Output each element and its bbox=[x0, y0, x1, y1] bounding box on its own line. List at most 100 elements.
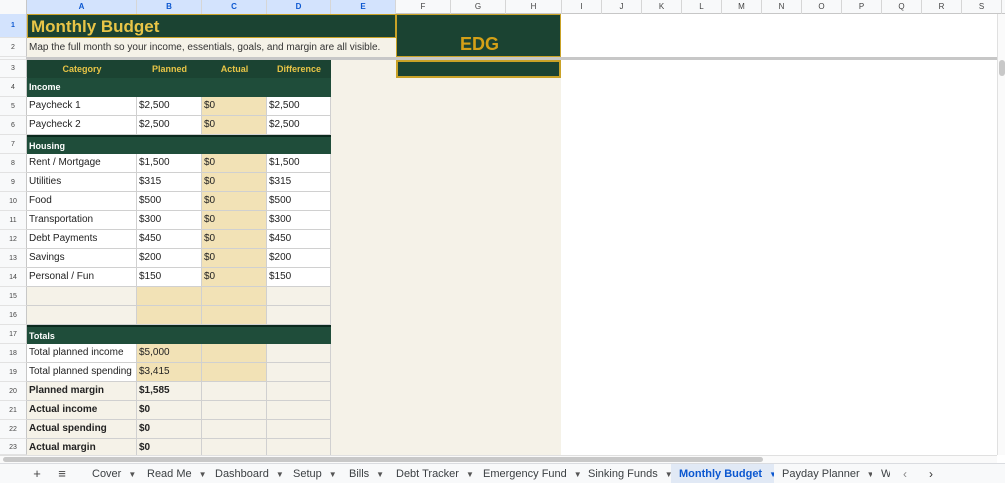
difference-cell[interactable]: $150 bbox=[267, 268, 331, 287]
planned-cell[interactable]: $300 bbox=[137, 211, 202, 230]
totals-label[interactable]: Actual margin bbox=[27, 439, 137, 455]
totals-value[interactable]: $0 bbox=[137, 401, 202, 420]
row-header-7[interactable]: 7 bbox=[0, 135, 27, 154]
logo-cell[interactable]: EDG bbox=[396, 14, 561, 57]
planned-cell[interactable]: $315 bbox=[137, 173, 202, 192]
tab-debt-tracker[interactable]: Debt Tracker ▼ bbox=[388, 464, 476, 483]
totals-value[interactable]: $0 bbox=[137, 420, 202, 439]
planned-cell[interactable] bbox=[137, 306, 202, 325]
totals-empty[interactable] bbox=[202, 401, 267, 420]
column-header-h[interactable]: H bbox=[506, 0, 562, 14]
sheet-grid[interactable]: Monthly Budget Map the full month so you… bbox=[27, 14, 997, 455]
logo-subcell[interactable] bbox=[396, 60, 561, 78]
actual-cell[interactable] bbox=[202, 287, 267, 306]
row-header-23[interactable]: 23 bbox=[0, 439, 27, 455]
tab-setup[interactable]: Setup ▼ bbox=[285, 464, 341, 483]
totals-empty[interactable] bbox=[267, 344, 331, 363]
header-actual[interactable]: Actual bbox=[202, 60, 267, 78]
tab-emergency-fund[interactable]: Emergency Fund ▼ bbox=[475, 464, 580, 483]
actual-cell[interactable]: $0 bbox=[202, 97, 267, 116]
column-header-c[interactable]: C bbox=[202, 0, 267, 14]
planned-cell[interactable]: $450 bbox=[137, 230, 202, 249]
section-income[interactable]: Income bbox=[27, 78, 331, 97]
horizontal-scrollbar-thumb[interactable] bbox=[3, 457, 763, 462]
row-header-11[interactable]: 11 bbox=[0, 211, 27, 230]
select-all-corner[interactable] bbox=[0, 0, 27, 14]
planned-cell[interactable]: $2,500 bbox=[137, 116, 202, 135]
section-housing[interactable]: Housing bbox=[27, 135, 331, 154]
row-header-6[interactable]: 6 bbox=[0, 116, 27, 135]
row-header-1[interactable]: 1 bbox=[0, 14, 27, 38]
column-header-q[interactable]: Q bbox=[882, 0, 922, 14]
totals-empty[interactable] bbox=[202, 363, 267, 382]
row-header-15[interactable]: 15 bbox=[0, 287, 27, 306]
totals-empty[interactable] bbox=[267, 382, 331, 401]
actual-cell[interactable]: $0 bbox=[202, 211, 267, 230]
header-category[interactable]: Category bbox=[27, 60, 137, 78]
difference-cell[interactable] bbox=[267, 287, 331, 306]
column-header-g[interactable]: G bbox=[451, 0, 506, 14]
vertical-scrollbar[interactable] bbox=[997, 14, 1005, 455]
column-header-n[interactable]: N bbox=[762, 0, 802, 14]
column-header-l[interactable]: L bbox=[682, 0, 722, 14]
planned-cell[interactable] bbox=[137, 287, 202, 306]
totals-empty[interactable] bbox=[267, 401, 331, 420]
column-header-k[interactable]: K bbox=[642, 0, 682, 14]
column-header-d[interactable]: D bbox=[267, 0, 331, 14]
row-header-20[interactable]: 20 bbox=[0, 382, 27, 401]
row-header-18[interactable]: 18 bbox=[0, 344, 27, 363]
category-cell[interactable] bbox=[27, 287, 137, 306]
actual-cell[interactable] bbox=[202, 306, 267, 325]
category-cell[interactable]: Utilities bbox=[27, 173, 137, 192]
totals-label[interactable]: Total planned income bbox=[27, 344, 137, 363]
tab-cover[interactable]: Cover ▼ bbox=[84, 464, 138, 483]
totals-empty[interactable] bbox=[202, 344, 267, 363]
add-sheet-icon[interactable]: + bbox=[29, 467, 45, 481]
row-header-3[interactable]: 3 bbox=[0, 60, 27, 78]
actual-cell[interactable]: $0 bbox=[202, 173, 267, 192]
row-header-9[interactable]: 9 bbox=[0, 173, 27, 192]
row-header-22[interactable]: 22 bbox=[0, 420, 27, 439]
totals-label[interactable]: Planned margin bbox=[27, 382, 137, 401]
actual-cell[interactable]: $0 bbox=[202, 116, 267, 135]
totals-value[interactable]: $1,585 bbox=[137, 382, 202, 401]
tab-payday-planner[interactable]: Payday Planner ▼ bbox=[774, 464, 872, 483]
row-header-13[interactable]: 13 bbox=[0, 249, 27, 268]
column-header-s[interactable]: S bbox=[962, 0, 1002, 14]
column-header-a[interactable]: A bbox=[27, 0, 137, 14]
planned-cell[interactable]: $2,500 bbox=[137, 97, 202, 116]
row-header-19[interactable]: 19 bbox=[0, 363, 27, 382]
column-header-b[interactable]: B bbox=[137, 0, 202, 14]
totals-value[interactable]: $3,415 bbox=[137, 363, 202, 382]
category-cell[interactable]: Personal / Fun bbox=[27, 268, 137, 287]
actual-cell[interactable]: $0 bbox=[202, 154, 267, 173]
category-cell[interactable]: Transportation bbox=[27, 211, 137, 230]
row-header-4[interactable]: 4 bbox=[0, 78, 27, 97]
difference-cell[interactable]: $315 bbox=[267, 173, 331, 192]
tab-read-me[interactable]: Read Me ▼ bbox=[139, 464, 207, 483]
column-header-r[interactable]: R bbox=[922, 0, 962, 14]
header-difference[interactable]: Difference bbox=[267, 60, 331, 78]
difference-cell[interactable]: $450 bbox=[267, 230, 331, 249]
planned-cell[interactable]: $1,500 bbox=[137, 154, 202, 173]
chevron-left-icon[interactable]: ‹ bbox=[898, 464, 912, 483]
actual-cell[interactable]: $0 bbox=[202, 249, 267, 268]
row-header-16[interactable]: 16 bbox=[0, 306, 27, 325]
totals-label[interactable]: Total planned spending bbox=[27, 363, 137, 382]
tab-sinking-funds[interactable]: Sinking Funds ▼ bbox=[580, 464, 672, 483]
category-cell[interactable] bbox=[27, 306, 137, 325]
section-totals[interactable]: Totals bbox=[27, 325, 331, 344]
header-planned[interactable]: Planned bbox=[137, 60, 202, 78]
actual-cell[interactable]: $0 bbox=[202, 268, 267, 287]
totals-empty[interactable] bbox=[202, 382, 267, 401]
totals-empty[interactable] bbox=[202, 420, 267, 439]
totals-label[interactable]: Actual income bbox=[27, 401, 137, 420]
category-cell[interactable]: Food bbox=[27, 192, 137, 211]
column-header-i[interactable]: I bbox=[562, 0, 602, 14]
actual-cell[interactable]: $0 bbox=[202, 230, 267, 249]
column-header-f[interactable]: F bbox=[396, 0, 451, 14]
column-header-j[interactable]: J bbox=[602, 0, 642, 14]
category-cell[interactable]: Debt Payments bbox=[27, 230, 137, 249]
row-header-17[interactable]: 17 bbox=[0, 325, 27, 344]
tab-bills[interactable]: Bills ▼ bbox=[341, 464, 389, 483]
